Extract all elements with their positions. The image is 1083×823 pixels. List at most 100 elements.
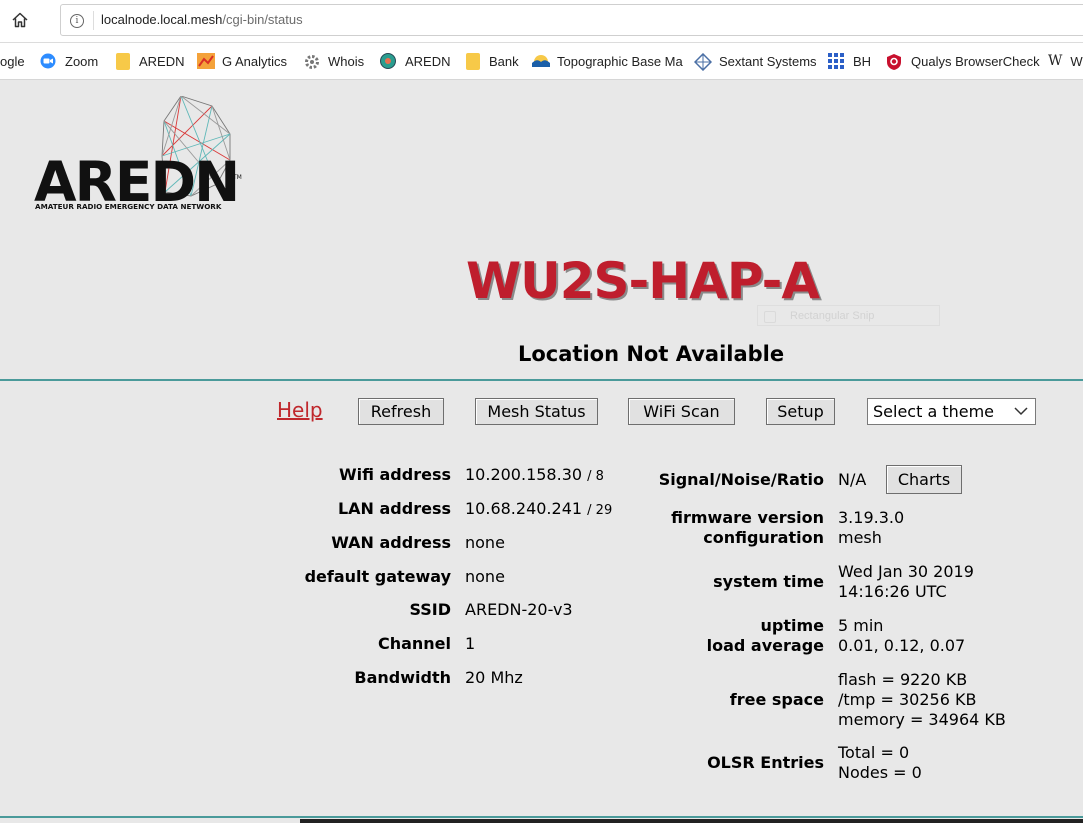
folder-icon <box>466 52 480 70</box>
logo-tagline: AMATEUR RADIO EMERGENCY DATA NETWORK <box>35 202 222 211</box>
bookmark-label: BH <box>853 53 872 69</box>
free-space-label: free space <box>729 690 824 709</box>
default-gateway-label: default gateway <box>304 567 451 586</box>
bandwidth-value: 20 Mhz <box>465 668 523 687</box>
wifi-netmask: / 8 <box>587 469 604 484</box>
bookmark-aredn-folder[interactable]: AREDN <box>116 52 185 70</box>
olsr-nodes: Nodes = 0 <box>838 763 922 782</box>
load-average-label: load average <box>706 636 824 655</box>
bookmark-topographic[interactable]: Topographic Base Ma <box>532 52 683 70</box>
wifi-address: 10.200.158.30 <box>465 465 583 484</box>
wifi-address-label: Wifi address <box>338 465 451 484</box>
system-time-date: Wed Jan 30 2019 <box>838 562 974 581</box>
url-separator <box>93 11 94 30</box>
node-name-title: WU2S-HAP-A <box>466 252 820 310</box>
bookmark-label: Bank <box>489 53 519 69</box>
olsr-entries-label: OLSR Entries <box>707 753 824 772</box>
chevron-down-icon <box>1014 407 1028 416</box>
grid-icon <box>828 53 844 69</box>
bookmark-label: Topographic Base Ma <box>557 53 683 69</box>
channel-value: 1 <box>465 634 476 653</box>
header-divider <box>0 379 1083 381</box>
ssid-label: SSID <box>409 600 451 619</box>
wifi-address-value: 10.200.158.30 / 8 <box>465 465 604 487</box>
theme-select[interactable]: Select a theme <box>867 398 1036 425</box>
firmware-version-label: firmware version <box>671 508 824 527</box>
folder-icon <box>116 52 130 70</box>
gear-icon <box>303 53 319 69</box>
bookmark-bank[interactable]: Bank <box>466 52 519 70</box>
bookmark-bh[interactable]: BH <box>828 52 871 70</box>
info-icon[interactable]: i <box>70 14 84 28</box>
home-icon[interactable] <box>9 9 31 31</box>
shield-icon <box>886 53 902 70</box>
bookmark-whois[interactable]: Whois <box>303 52 364 70</box>
ssid-value: AREDN-20-v3 <box>465 600 573 619</box>
configuration-value: mesh <box>838 528 882 547</box>
bookmark-label: W <box>1070 53 1083 69</box>
mesh-status-button[interactable]: Mesh Status <box>475 398 598 425</box>
configuration-label: configuration <box>703 528 824 547</box>
analytics-icon <box>197 53 215 69</box>
free-space-flash: flash = 9220 KB <box>838 670 968 689</box>
lan-address-value: 10.68.240.241 / 29 <box>465 499 612 521</box>
url-text[interactable]: localnode.local.mesh/cgi-bin/status <box>101 12 303 27</box>
lan-address-label: LAN address <box>337 499 451 518</box>
wan-address-label: WAN address <box>331 533 451 552</box>
aredn-globe-icon <box>380 53 396 69</box>
free-space-memory: memory = 34964 KB <box>838 710 1006 729</box>
bookmark-google[interactable]: ogle <box>0 52 25 70</box>
default-gateway-value: none <box>465 567 505 586</box>
bookmark-aredn[interactable]: AREDN <box>380 52 451 70</box>
footer-divider <box>0 816 1083 818</box>
logo-trademark: TM <box>232 174 242 181</box>
bookmark-label: Zoom <box>65 53 99 69</box>
free-space-tmp: /tmp = 30256 KB <box>838 690 977 709</box>
snip-tool-ghost: Rectangular Snip <box>757 305 940 326</box>
bookmark-label: Sextant Systems <box>719 53 817 69</box>
uptime-value: 5 min <box>838 616 884 635</box>
browser-address-bar: i localnode.local.mesh/cgi-bin/status <box>0 0 1083 43</box>
system-time-label: system time <box>713 572 824 591</box>
bookmark-zoom[interactable]: Zoom <box>40 52 98 70</box>
channel-label: Channel <box>377 634 451 653</box>
bookmark-sextant[interactable]: Sextant Systems <box>693 52 817 72</box>
lan-netmask: / 29 <box>587 503 613 518</box>
charts-button[interactable]: Charts <box>886 465 962 494</box>
snr-label: Signal/Noise/Ratio <box>658 470 824 489</box>
zoom-icon <box>40 53 56 69</box>
wikipedia-icon: W <box>1048 53 1063 69</box>
refresh-button[interactable]: Refresh <box>358 398 444 425</box>
bookmark-label: Qualys BrowserCheck <box>911 53 1040 69</box>
setup-button[interactable]: Setup <box>766 398 835 425</box>
url-field[interactable]: i localnode.local.mesh/cgi-bin/status <box>60 4 1083 36</box>
wan-address-value: none <box>465 533 505 552</box>
help-link[interactable]: Help <box>277 398 323 422</box>
firmware-version-value: 3.19.3.0 <box>838 508 905 527</box>
aredn-logo: AREDN TM AMATEUR RADIO EMERGENCY DATA NE… <box>34 96 242 212</box>
bookmark-label: G Analytics <box>222 53 288 69</box>
bookmark-label: AREDN <box>405 53 451 69</box>
bookmark-label: AREDN <box>139 53 185 69</box>
bookmarks-bar: ogle Zoom AREDN G Analytics Whois AREDN … <box>0 43 1083 80</box>
location-text: Location Not Available <box>518 342 785 366</box>
bookmark-label: Whois <box>328 53 365 69</box>
uptime-label: uptime <box>760 616 825 635</box>
snr-value: N/A <box>838 470 867 489</box>
sextant-icon <box>693 52 713 72</box>
bandwidth-label: Bandwidth <box>354 668 451 687</box>
wifi-scan-button[interactable]: WiFi Scan <box>628 398 735 425</box>
bookmark-wikipedia[interactable]: W W <box>1048 52 1083 70</box>
load-average-value: 0.01, 0.12, 0.07 <box>838 636 966 655</box>
url-host: localnode.local.mesh <box>101 12 223 27</box>
olsr-total: Total = 0 <box>838 743 910 762</box>
landscape-icon <box>532 53 550 69</box>
bookmark-qualys[interactable]: Qualys BrowserCheck <box>886 52 1040 70</box>
theme-select-value: Select a theme <box>873 402 995 421</box>
system-time-clock: 14:16:26 UTC <box>838 582 947 601</box>
lan-address: 10.68.240.241 <box>465 499 583 518</box>
bookmark-label: ogle <box>0 53 25 69</box>
bookmark-g-analytics[interactable]: G Analytics <box>197 52 287 70</box>
footer-edge <box>300 819 1083 823</box>
url-path: /cgi-bin/status <box>222 12 303 27</box>
